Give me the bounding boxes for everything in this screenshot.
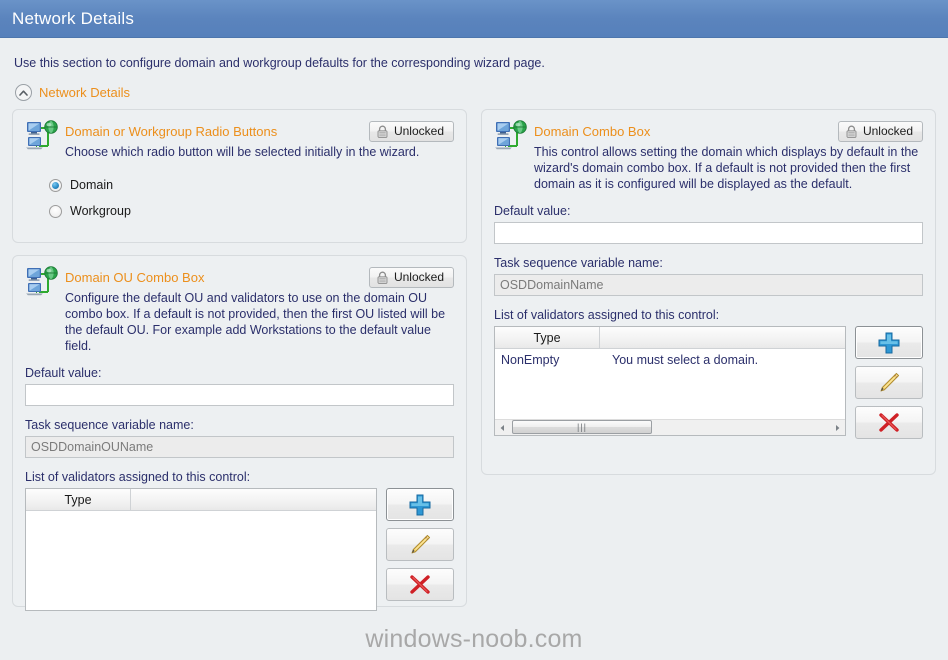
add-validator-button[interactable] <box>386 488 454 521</box>
delete-validator-button[interactable] <box>386 568 454 601</box>
task-sequence-variable-input[interactable] <box>25 436 454 458</box>
panel-title: Domain or Workgroup Radio Buttons <box>65 123 278 139</box>
padlock-icon <box>377 125 388 138</box>
edit-validator-button[interactable] <box>855 366 923 399</box>
panel-description: This control allows setting the domain w… <box>534 145 919 191</box>
task-sequence-variable-label: Task sequence variable name: <box>494 256 663 270</box>
scrollbar-thumb[interactable]: ||| <box>512 420 652 434</box>
lock-toggle-label: Unlocked <box>393 124 444 138</box>
scrollbar-grip: ||| <box>576 421 587 432</box>
network-computers-icon <box>25 265 59 299</box>
panel-head-main: Domain or Workgroup Radio Buttons Unlock… <box>59 120 454 160</box>
validators-list-label: List of validators assigned to this cont… <box>494 308 720 322</box>
panel-head: Domain or Workgroup Radio Buttons Unlock… <box>25 120 454 160</box>
radio-unselected-icon[interactable] <box>49 204 62 218</box>
plus-icon <box>876 330 902 356</box>
panel-domain-combo-box: Domain Combo Box Unlocked This control a… <box>481 109 936 475</box>
panel-title: Domain Combo Box <box>534 123 651 139</box>
edit-validator-button[interactable] <box>386 528 454 561</box>
section-title: Network Details <box>39 85 131 100</box>
lock-toggle-button[interactable]: Unlocked <box>837 120 923 142</box>
red-x-icon <box>407 572 433 598</box>
pencil-icon <box>876 370 902 396</box>
radio-selected-icon[interactable] <box>49 178 62 192</box>
panel-domain-ou-combo-box: Domain OU Combo Box Unlocked Configure t… <box>12 255 467 611</box>
cell-validator-type: NonEmpty <box>501 353 560 367</box>
radio-group-domain-workgroup: Domain Workgroup <box>25 160 454 230</box>
panel-title-row: Domain OU Combo Box Unlocked <box>65 266 454 288</box>
column-header-type[interactable]: Type <box>495 327 600 348</box>
right-column: Domain Combo Box Unlocked This control a… <box>481 109 936 475</box>
default-value-input[interactable] <box>25 384 454 406</box>
radio-option-workgroup[interactable]: Workgroup <box>49 200 454 222</box>
plus-icon <box>407 492 433 518</box>
lock-toggle-label: Unlocked <box>862 124 913 138</box>
panel-title: Domain OU Combo Box <box>65 269 205 285</box>
panel-domain-or-workgroup-radio-buttons: Domain or Workgroup Radio Buttons Unlock… <box>12 109 467 243</box>
panels-columns: Domain or Workgroup Radio Buttons Unlock… <box>12 109 936 611</box>
triangle-left-icon[interactable] <box>495 420 510 435</box>
validators-grid-header: Type <box>495 327 845 349</box>
radio-option-label: Domain <box>70 178 114 192</box>
table-row[interactable]: NonEmpty You must select a domain. <box>495 349 845 371</box>
section-header[interactable]: Network Details <box>12 82 936 109</box>
panel-title-row: Domain Combo Box Unlocked <box>534 120 923 142</box>
scrollbar-track[interactable]: ||| <box>510 420 830 435</box>
delete-validator-button[interactable] <box>855 406 923 439</box>
validators-list-label: List of validators assigned to this cont… <box>25 470 251 484</box>
validators-grid-body: NonEmpty You must select a domain. <box>495 349 845 371</box>
task-sequence-variable-input[interactable] <box>494 274 923 296</box>
radio-option-label: Workgroup <box>70 204 131 218</box>
panel-title-row: Domain or Workgroup Radio Buttons Unlock… <box>65 120 454 142</box>
page-body: Use this section to configure domain and… <box>0 38 948 660</box>
chevron-up-icon[interactable] <box>15 84 32 101</box>
radio-option-domain[interactable]: Domain <box>49 174 454 196</box>
cell-validator-message: You must select a domain. <box>612 353 759 367</box>
pencil-icon <box>407 532 433 558</box>
default-value-label: Default value: <box>25 366 102 380</box>
validators-grid[interactable]: Type NonEmpty You must select a domain. <box>494 326 846 436</box>
column-header-type[interactable]: Type <box>26 489 131 510</box>
network-computers-icon <box>494 119 528 153</box>
panel-description: Configure the default OU and validators … <box>65 291 446 353</box>
lock-toggle-label: Unlocked <box>393 270 444 284</box>
horizontal-scrollbar[interactable]: ||| <box>495 419 845 435</box>
panel-head: Domain OU Combo Box Unlocked Configure t… <box>25 266 454 354</box>
network-computers-icon <box>25 119 59 153</box>
panel-head-main: Domain Combo Box Unlocked This control a… <box>528 120 923 192</box>
lock-toggle-button[interactable]: Unlocked <box>368 120 454 142</box>
panel-description: Choose which radio button will be select… <box>65 145 420 159</box>
validators-list-area: Type <box>25 488 454 611</box>
window-title-bar: Network Details <box>0 0 948 38</box>
column-header-message[interactable] <box>131 489 376 510</box>
panel-head: Domain Combo Box Unlocked This control a… <box>494 120 923 192</box>
add-validator-button[interactable] <box>855 326 923 359</box>
validators-action-buttons <box>855 326 923 439</box>
left-column: Domain or Workgroup Radio Buttons Unlock… <box>12 109 467 611</box>
validators-grid-header: Type <box>26 489 376 511</box>
lock-toggle-button[interactable]: Unlocked <box>368 266 454 288</box>
triangle-right-icon[interactable] <box>830 420 845 435</box>
validators-action-buttons <box>386 488 454 601</box>
padlock-icon <box>846 125 857 138</box>
watermark: windows-noob.com <box>365 625 583 653</box>
red-x-icon <box>876 410 902 436</box>
panel-head-main: Domain OU Combo Box Unlocked Configure t… <box>59 266 454 354</box>
validators-grid[interactable]: Type <box>25 488 377 611</box>
column-header-message[interactable] <box>600 327 845 348</box>
default-value-input[interactable] <box>494 222 923 244</box>
default-value-label: Default value: <box>494 204 571 218</box>
window-title: Network Details <box>12 8 135 28</box>
validators-list-area: Type NonEmpty You must select a domain. <box>494 326 923 439</box>
intro-text: Use this section to configure domain and… <box>14 56 545 70</box>
task-sequence-variable-label: Task sequence variable name: <box>25 418 194 432</box>
padlock-icon <box>377 271 388 284</box>
